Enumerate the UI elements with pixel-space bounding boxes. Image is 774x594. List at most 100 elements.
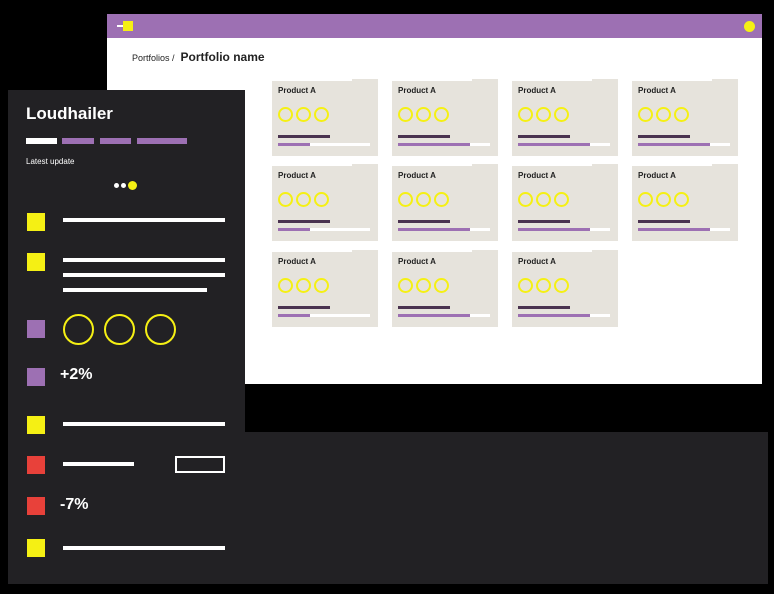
progress-fill (398, 143, 470, 146)
rating-circle-icon (536, 192, 551, 207)
rating-circle-icon (638, 192, 653, 207)
product-title: Product A (278, 86, 316, 95)
breadcrumb-parent-link[interactable]: Portfolios / (132, 53, 175, 63)
rating-circle-icon (416, 107, 431, 122)
rating-circles (638, 107, 689, 122)
product-title: Product A (518, 171, 556, 180)
product-card[interactable]: Product A (272, 79, 378, 156)
rating-circle-icon (296, 278, 311, 293)
update-line (63, 273, 225, 277)
progress-bar (278, 228, 370, 231)
rating-circle-icon (314, 192, 329, 207)
card-tab (472, 79, 498, 91)
product-label-line (278, 306, 330, 309)
rating-circle-icon (278, 107, 293, 122)
purple-marker-icon (27, 368, 45, 386)
progress-fill (518, 228, 590, 231)
product-card[interactable]: Product A (632, 79, 738, 156)
product-label-line (518, 135, 570, 138)
product-label-line (398, 135, 450, 138)
card-tab (472, 250, 498, 262)
latest-update-label: Latest update (26, 157, 75, 166)
product-card[interactable]: Product A (272, 250, 378, 327)
rating-circle-icon (656, 192, 671, 207)
update-line (63, 258, 225, 262)
product-label-line (398, 220, 450, 223)
red-marker-icon (27, 497, 45, 515)
rating-circles (398, 107, 449, 122)
product-card[interactable]: Product A (392, 164, 498, 241)
rating-circles (518, 107, 569, 122)
rating-circle-icon (398, 192, 413, 207)
page-title: Portfolio name (180, 50, 265, 64)
tab-2[interactable] (62, 138, 94, 144)
rating-circle-icon (278, 278, 293, 293)
rating-circle-icon (518, 278, 533, 293)
product-label-line (278, 220, 330, 223)
browser-top-bar (107, 14, 762, 38)
yellow-marker-icon (27, 213, 45, 231)
rating-circle-icon (296, 107, 311, 122)
rating-circle-icon (434, 278, 449, 293)
rating-circle-icon (314, 107, 329, 122)
rating-circles (398, 192, 449, 207)
carousel-dots[interactable] (114, 181, 137, 190)
progress-fill (278, 143, 311, 146)
bottom-dark-bar (245, 432, 768, 584)
tab-3[interactable] (100, 138, 131, 144)
card-tab (712, 164, 738, 176)
progress-bar (518, 314, 610, 317)
product-card[interactable]: Product A (392, 250, 498, 327)
stat-up: +2% (60, 366, 93, 383)
rating-circles (278, 107, 329, 122)
rating-circle-icon (518, 107, 533, 122)
rating-circle-icon (278, 192, 293, 207)
loudhailer-panel: Loudhailer Latest update +2% -7% (8, 90, 245, 584)
rating-circles (398, 278, 449, 293)
rating-circle-icon (416, 192, 431, 207)
product-title: Product A (638, 86, 676, 95)
user-avatar-dot[interactable] (744, 21, 755, 32)
update-line (63, 218, 225, 222)
progress-bar (518, 228, 610, 231)
card-tab (592, 79, 618, 91)
rating-circle-icon (434, 192, 449, 207)
product-title: Product A (518, 86, 556, 95)
product-card[interactable]: Product A (392, 79, 498, 156)
rating-circle-icon (554, 278, 569, 293)
product-card[interactable]: Product A (512, 79, 618, 156)
progress-bar (638, 228, 730, 231)
product-label-line (638, 220, 690, 223)
product-title: Product A (278, 171, 316, 180)
card-tab (352, 79, 378, 91)
progress-fill (518, 314, 590, 317)
progress-bar (398, 143, 490, 146)
rating-circle-icon (63, 314, 94, 345)
rating-circles (518, 192, 569, 207)
product-card[interactable]: Product A (512, 250, 618, 327)
app-logo-icon[interactable] (117, 20, 133, 32)
product-label-line (518, 306, 570, 309)
product-card[interactable]: Product A (272, 164, 378, 241)
rating-circle-icon (104, 314, 135, 345)
card-tab (472, 164, 498, 176)
yellow-marker-icon (27, 416, 45, 434)
product-title: Product A (398, 171, 436, 180)
progress-bar (278, 314, 370, 317)
product-card[interactable]: Product A (512, 164, 618, 241)
progress-fill (518, 143, 590, 146)
tab-4[interactable] (137, 138, 187, 144)
product-card[interactable]: Product A (632, 164, 738, 241)
rating-circle-icon (674, 192, 689, 207)
product-label-line (518, 220, 570, 223)
tab-active[interactable] (26, 138, 57, 144)
rating-circle-icon (638, 107, 653, 122)
card-tab (592, 164, 618, 176)
update-line (63, 546, 225, 550)
rating-circle-icon (398, 278, 413, 293)
progress-bar (638, 143, 730, 146)
product-title: Product A (638, 171, 676, 180)
product-title: Product A (518, 257, 556, 266)
action-box-button[interactable] (175, 456, 225, 473)
breadcrumb: Portfolios / Portfolio name (132, 50, 265, 64)
